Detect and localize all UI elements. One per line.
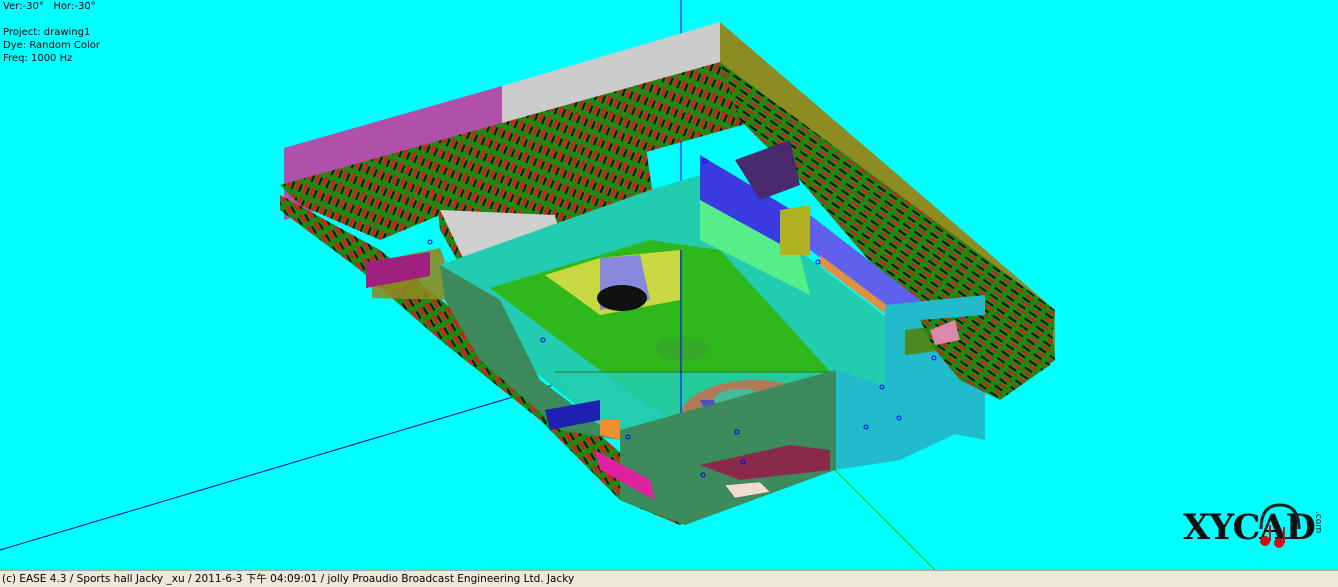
center-circle — [656, 337, 708, 361]
project-line: Project: drawing1 — [3, 27, 91, 38]
logo-suffix: .com — [1313, 511, 1323, 534]
court-top-circle — [597, 285, 647, 311]
freq-line: Freq: 1000 Hz — [3, 53, 73, 64]
hor-label: Hor:-30° — [53, 1, 96, 12]
speaker-marker — [815, 259, 821, 265]
axis-green-line — [834, 469, 936, 570]
dye-line: Dye: Random Color — [3, 40, 101, 51]
ver-label: Ver:-30° — [3, 1, 44, 12]
sports-hall-model[interactable] — [0, 0, 1338, 570]
headphones-icon — [1259, 503, 1301, 548]
3d-viewport[interactable]: Ver:-30° Hor:-30° Project: drawing1 Dye:… — [0, 0, 1338, 570]
speaker-marker — [427, 239, 433, 245]
axis-x-line — [0, 379, 571, 551]
right-olive-cube — [780, 205, 810, 255]
xycad-logo: XYCAD .com — [1183, 503, 1333, 553]
view-angles: Ver:-30° Hor:-30° — [3, 1, 96, 13]
status-bar: (c) EASE 4.3 / Sports hall Jacky _xu / 2… — [0, 570, 1338, 587]
